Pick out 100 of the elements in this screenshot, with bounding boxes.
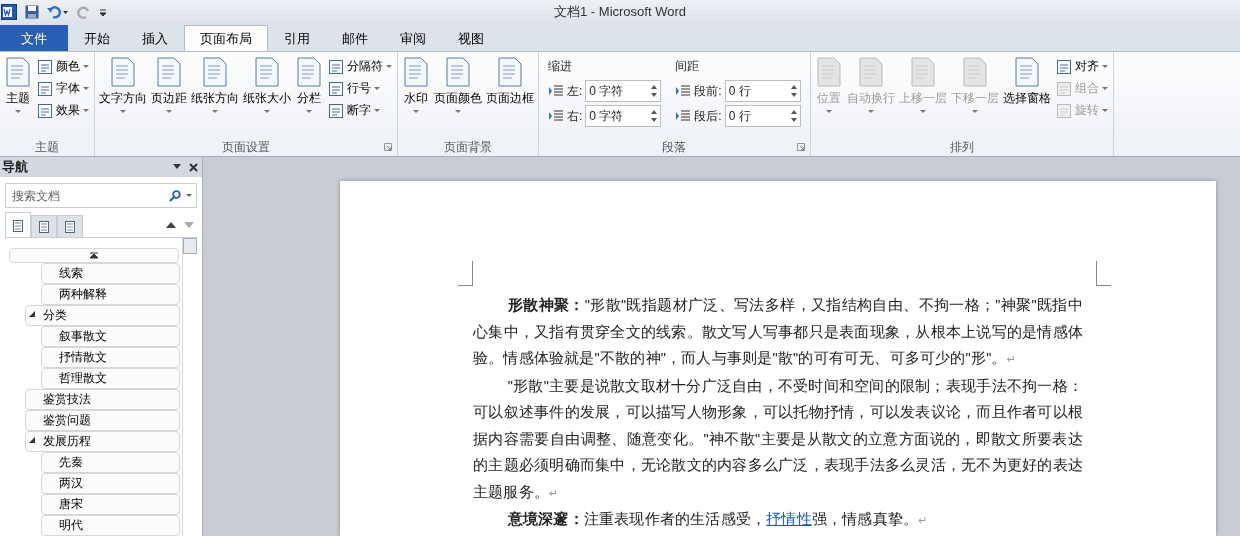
list-icon <box>1055 80 1072 97</box>
heading-item[interactable]: 线索 <box>41 263 180 284</box>
heading-item[interactable]: 分类 <box>25 305 180 326</box>
undo-icon[interactable] <box>47 5 69 19</box>
group-label: 排列 <box>949 138 974 156</box>
spinner-arrows-icon[interactable] <box>790 109 797 123</box>
view-tab[interactable] <box>5 212 31 238</box>
ribbon-button[interactable]: 断字 <box>326 101 394 120</box>
ribbon-button[interactable]: 水印 <box>401 55 431 138</box>
group-label: 页面设置 <box>222 138 270 156</box>
dialog-launcher-icon[interactable] <box>796 143 805 151</box>
list-icon <box>37 80 53 97</box>
group-label: 段落 <box>662 138 687 156</box>
window-title: 文档1 - Microsoft Word <box>554 3 686 21</box>
page-icon <box>155 57 183 87</box>
close-icon[interactable] <box>189 162 198 172</box>
spacing-icon <box>675 109 692 123</box>
page-icon <box>295 57 323 87</box>
ribbon-button[interactable]: 页边距 <box>150 55 188 138</box>
paragraph: "形散"主要是说散文取材十分广泛自由，不受时间和空间的限制；表现手法不拘一格：可以叙述事件的发展，可以描写人物形象，可以托物抒情，可以发表议论，而且作者可以根据内容需要自由调整、随意变化。"神不散"主要是从散文的立意方面说的，即散文所要表达的主题必须明确而集中，无论散文的内容多么广泛，表现手法多么灵活，无不为更好的表达主题服务。↵ <box>473 376 1083 502</box>
view-tab[interactable] <box>31 215 57 237</box>
heading-item[interactable]: 发展历程 <box>25 431 180 452</box>
save-icon[interactable] <box>25 5 39 19</box>
ribbon-button[interactable]: 文字方向 <box>98 55 148 138</box>
heading-item[interactable]: 鉴赏问题 <box>25 410 180 431</box>
heading-item[interactable]: 叙事散文 <box>41 326 180 347</box>
pane-title: 导航 <box>2 158 29 176</box>
ribbon-button[interactable]: 纸张方向 <box>190 55 240 138</box>
page-icon <box>856 57 885 87</box>
ribbon-tab[interactable]: 视图 <box>442 25 500 51</box>
ribbon-button[interactable]: 对齐 <box>1053 57 1110 76</box>
ribbon-button[interactable]: 纸张大小 <box>242 55 292 138</box>
spin-field[interactable]: 0 字符 <box>585 105 662 127</box>
search-box[interactable]: 搜索文档 <box>5 183 197 208</box>
ribbon-tab[interactable]: 页面布局 <box>184 25 268 51</box>
list-icon <box>1055 102 1072 119</box>
heading-item[interactable]: 哲理散文 <box>41 368 180 389</box>
ribbon-button[interactable]: 颜色 <box>35 57 91 76</box>
crop-mark <box>458 261 473 286</box>
list-icon <box>37 58 53 75</box>
ribbon-button[interactable]: 行号 <box>326 79 394 98</box>
field-label: 段后: <box>694 107 722 125</box>
view-tab[interactable] <box>57 215 83 237</box>
page-icon <box>1012 57 1041 87</box>
ribbon-tab[interactable]: 开始 <box>68 25 126 51</box>
group-label: 主题 <box>35 138 59 156</box>
page-icon <box>402 57 430 87</box>
spacing-icon <box>548 84 564 98</box>
ribbon-tab[interactable]: 文件 <box>0 25 68 51</box>
search-field[interactable]: 搜索文档 <box>10 187 164 204</box>
spacing-icon <box>548 109 564 123</box>
up-arrow-icon[interactable] <box>166 221 176 229</box>
expand-triangle-icon[interactable] <box>29 437 35 443</box>
page-icon <box>4 57 32 87</box>
spinner-arrows-icon[interactable] <box>790 84 797 98</box>
ribbon-button[interactable]: 页面颜色 <box>433 55 483 138</box>
ribbon-tab[interactable]: 审阅 <box>384 25 442 51</box>
spin-field[interactable]: 0 行 <box>724 105 801 127</box>
spinner-arrows-icon[interactable] <box>651 109 658 123</box>
ribbon-button[interactable]: 分栏 <box>294 55 324 138</box>
heading-item[interactable]: 两种解释 <box>41 284 180 305</box>
heading-item[interactable]: 鉴赏技法 <box>25 389 180 410</box>
page-icon <box>253 57 281 87</box>
ribbon-tab[interactable]: 邮件 <box>326 25 384 51</box>
spin-field[interactable]: 0 行 <box>724 80 801 102</box>
crop-mark <box>1096 261 1111 286</box>
ribbon-button[interactable]: 主题 <box>3 55 33 138</box>
heading-item[interactable]: 抒情散文 <box>41 347 180 368</box>
page-icon <box>11 218 25 233</box>
ribbon-button[interactable]: 选择窗格 <box>1001 55 1052 138</box>
spin-field[interactable]: 0 字符 <box>585 80 662 102</box>
link[interactable]: 抒情性 <box>766 511 812 527</box>
heading-item[interactable]: 唐宋 <box>41 494 180 515</box>
paragraph: 形散神聚："形散"既指题材广泛、写法多样，又指结构自由、不拘一格；"神聚"既指中心集中，又指有贯穿全文的线索。散文写人写事都只是表面现象，从根本上说写的是情感体验。情感体验就是"不散的神"，而人与事则是"散"的可有可无、可多可少的"形"。↵ <box>473 296 1083 368</box>
ribbon-button[interactable]: 分隔符 <box>326 57 394 76</box>
search-icon[interactable] <box>169 189 181 202</box>
ribbon-tab[interactable]: 插入 <box>126 25 184 51</box>
ribbon-button[interactable]: 字体 <box>35 79 91 98</box>
page-icon <box>908 57 937 87</box>
list-icon <box>328 102 344 119</box>
heading-item[interactable]: 先秦 <box>41 452 180 473</box>
page-icon <box>444 57 472 87</box>
page-icon <box>960 57 989 87</box>
spinner-arrows-icon[interactable] <box>651 84 658 98</box>
ribbon-tab[interactable]: 引用 <box>268 25 326 51</box>
page-icon <box>814 57 843 87</box>
dialog-launcher-icon[interactable] <box>384 143 392 151</box>
page-icon <box>37 219 51 234</box>
dropdown-arrow-icon[interactable] <box>173 164 181 170</box>
ribbon-button[interactable]: 效果 <box>35 101 91 120</box>
section-heading: 缩进 <box>548 58 573 75</box>
heading-item[interactable]: 明代 <box>41 515 180 536</box>
page-icon <box>63 219 77 234</box>
heading-item[interactable]: 两汉 <box>41 473 180 494</box>
list-icon <box>328 80 344 97</box>
field-label: 右: <box>567 107 583 125</box>
list-icon <box>328 58 344 75</box>
ribbon-button[interactable]: 页面边框 <box>485 55 535 138</box>
caret-icon[interactable] <box>186 193 192 198</box>
expand-triangle-icon[interactable] <box>29 311 35 317</box>
